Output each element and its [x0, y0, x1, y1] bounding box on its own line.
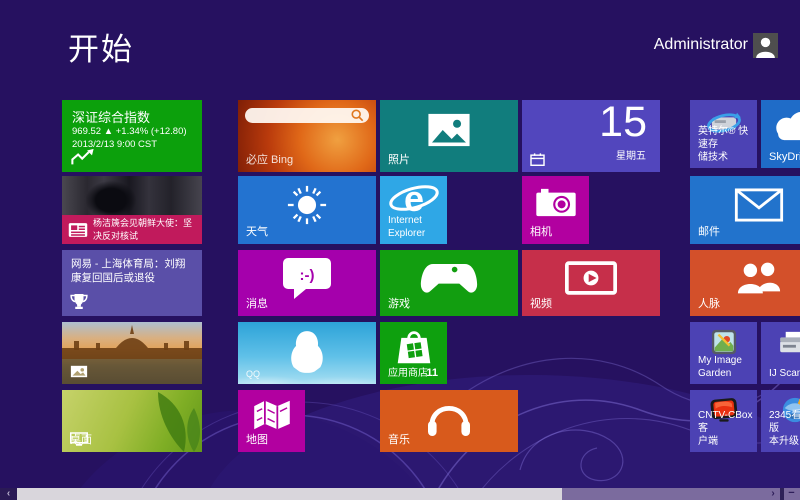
tile-messaging[interactable]: :-) 消息	[238, 250, 376, 316]
tile-stock-index[interactable]: 深证综合指数 969.52 ▲ +1.34% (+12.80) 2013/2/1…	[62, 100, 202, 172]
map-icon	[252, 399, 292, 431]
search-icon	[351, 109, 364, 122]
tile-store[interactable]: 应用商店 11	[380, 322, 447, 384]
qq-penguin-icon	[288, 329, 326, 375]
tile-label: 相机	[530, 223, 552, 239]
photos-icon	[427, 113, 471, 147]
tile-music[interactable]: 音乐	[380, 390, 518, 452]
tile-label: 天气	[246, 223, 268, 239]
tile-games[interactable]: 游戏	[380, 250, 518, 316]
scrollbar-thumb[interactable]	[17, 488, 562, 500]
tile-label: 照片	[388, 151, 410, 167]
horizontal-scrollbar[interactable]: ‹ › −	[0, 488, 800, 500]
store-badge-count: 11	[426, 367, 438, 379]
svg-text:e: e	[403, 178, 423, 219]
tile-label: 视频	[530, 295, 552, 311]
user-avatar[interactable]	[753, 33, 778, 58]
tile-label: SkyDrive	[769, 151, 800, 163]
tile-intel-rapid-storage[interactable]: 英特尔® 快速存 储技术	[690, 100, 757, 168]
tile-label: 音乐	[388, 431, 410, 447]
scrollbar-separator	[780, 488, 784, 500]
news-photo	[62, 176, 202, 215]
svg-text::-): :-)	[300, 267, 315, 284]
my-image-garden-icon	[711, 329, 737, 355]
tile-people[interactable]: 人脉	[690, 250, 800, 316]
scroll-left-button[interactable]: ‹	[0, 488, 17, 500]
tile-2345-viewer[interactable]: 2345看图王版 本升级	[761, 390, 800, 452]
tile-internet-explorer[interactable]: e Internet Explorer	[380, 176, 447, 244]
video-icon	[565, 261, 617, 295]
tile-label: 2345看图王版 本升级	[769, 409, 800, 448]
tile-qq[interactable]: QQ	[238, 322, 376, 384]
camera-icon	[535, 187, 577, 217]
stock-quote: 969.52 ▲ +1.34% (+12.80)	[72, 126, 187, 137]
tile-camera[interactable]: 相机	[522, 176, 589, 244]
tile-cntv-cbox[interactable]: CNTV-CBox 客 户端	[690, 390, 757, 452]
tile-news[interactable]: 杨洁篪会见朝鲜大使：坚决反对核试	[62, 176, 202, 244]
trophy-icon	[70, 293, 88, 310]
tile-mail[interactable]: 邮件	[690, 176, 800, 244]
tile-ij-scan-utility[interactable]: IJ Scan Utility	[761, 322, 800, 384]
tile-desktop[interactable]: 桌面	[62, 390, 202, 452]
netease-headline: 网易 - 上海体育局：刘翔康复回国后或退役	[71, 257, 195, 285]
people-icon	[736, 262, 782, 294]
tile-maps[interactable]: 地图	[238, 390, 305, 452]
tile-label: Internet Explorer	[388, 214, 440, 240]
tile-video[interactable]: 视频	[522, 250, 660, 316]
calendar-icon	[530, 153, 545, 166]
tile-label: QQ	[246, 369, 260, 379]
scanner-icon	[778, 330, 800, 356]
calendar-weekday: 星期五	[616, 147, 646, 162]
user-name[interactable]: Administrator	[654, 36, 748, 54]
news-headline: 杨洁篪会见朝鲜大使：坚决反对核试	[93, 217, 202, 241]
tile-weather[interactable]: 天气	[238, 176, 376, 244]
tile-label: My Image Garden	[698, 354, 742, 380]
store-bag-icon	[394, 327, 434, 365]
tile-label: 邮件	[698, 223, 720, 239]
tile-photo-live[interactable]	[62, 322, 202, 384]
cloud-icon	[770, 111, 800, 141]
picture-icon	[70, 365, 88, 378]
tile-my-image-garden[interactable]: My Image Garden	[690, 322, 757, 384]
page-title: 开始	[68, 24, 134, 69]
tile-label: 地图	[246, 431, 268, 447]
bing-search-bar[interactable]	[245, 108, 369, 123]
sun-icon	[286, 184, 328, 226]
tile-label: 桌面	[70, 431, 92, 447]
tile-bing[interactable]: 必应 Bing	[238, 100, 376, 172]
semantic-zoom-out-button[interactable]: −	[785, 488, 798, 500]
tile-skydrive[interactable]: SkyDrive	[761, 100, 800, 168]
scroll-right-button[interactable]: ›	[767, 488, 779, 500]
tile-label: 人脉	[698, 295, 720, 311]
stock-title: 深证综合指数	[72, 107, 150, 126]
tile-label: 必应 Bing	[246, 151, 293, 167]
chat-bubble-icon: :-)	[281, 256, 333, 300]
tile-label: 应用商店	[388, 364, 428, 379]
tile-label: CNTV-CBox 客 户端	[698, 409, 757, 448]
tile-label: 英特尔® 快速存 储技术	[698, 125, 757, 164]
headphones-icon	[426, 395, 472, 437]
news-banner: 杨洁篪会见朝鲜大使：坚决反对核试	[62, 215, 202, 244]
newspaper-icon	[68, 222, 88, 238]
line-chart-icon	[70, 148, 96, 166]
tile-label: 消息	[246, 295, 268, 311]
game-controller-icon	[419, 259, 479, 297]
tile-calendar[interactable]: 15 星期五	[522, 100, 660, 172]
tile-label: IJ Scan Utility	[769, 368, 800, 379]
start-screen: 开始 Administrator 深证综合指数 969.52 ▲ +1.34% …	[0, 0, 800, 500]
calendar-day: 15	[599, 100, 647, 147]
tile-netease-news[interactable]: 网易 - 上海体育局：刘翔康复回国后或退役	[62, 250, 202, 316]
tile-label: 游戏	[388, 295, 410, 311]
tile-photos[interactable]: 照片	[380, 100, 518, 172]
envelope-icon	[734, 188, 784, 222]
